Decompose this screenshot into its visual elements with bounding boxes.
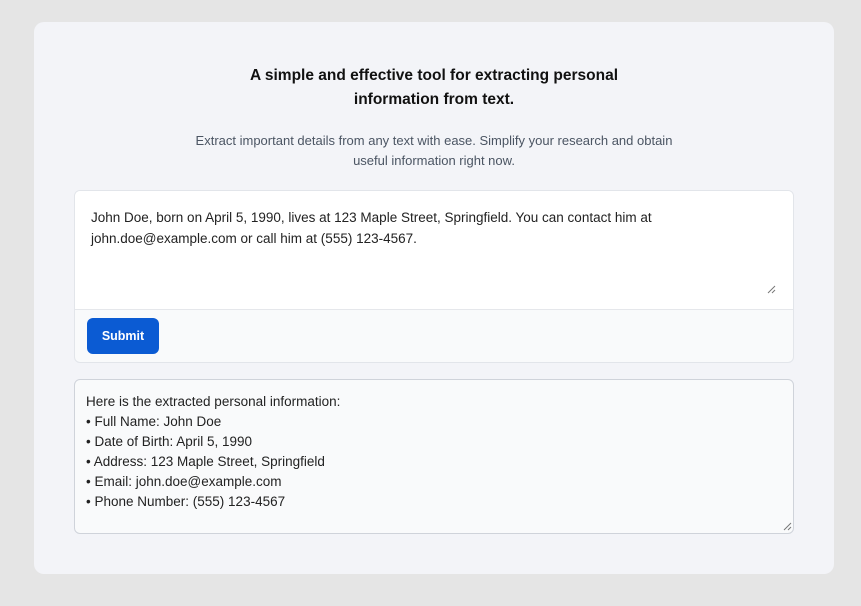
output-line: • Full Name: John Doe [86,414,222,429]
output-line: • Email: john.doe@example.com [86,474,282,489]
main-card: A simple and effective tool for extracti… [34,22,834,574]
page-title: A simple and effective tool for extracti… [249,67,619,108]
input-panel: John Doe, born on April 5, 1990, lives a… [74,190,794,363]
output-line: • Phone Number: (555) 123-4567 [86,494,286,509]
output-textarea[interactable]: Here is the extracted personal informati… [74,379,794,534]
output-line: Here is the extracted personal informati… [86,394,341,409]
resize-handle-icon[interactable] [783,522,792,531]
text-input[interactable]: John Doe, born on April 5, 1990, lives a… [75,191,793,310]
resize-handle-icon[interactable] [767,285,776,294]
output-line: • Address: 123 Maple Street, Springfield [86,454,325,469]
output-line: • Date of Birth: April 5, 1990 [86,434,253,449]
page-subtitle: Extract important details from any text … [195,133,673,168]
submit-button[interactable]: Submit [87,318,159,354]
